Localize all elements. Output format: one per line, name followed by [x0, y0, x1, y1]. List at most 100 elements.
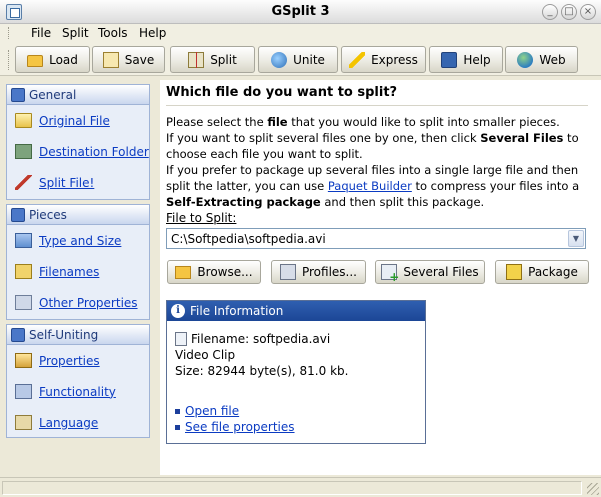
sidebar-link[interactable]: Type and Size	[39, 234, 121, 248]
web-label: Web	[539, 52, 566, 67]
browse-button[interactable]: Browse...	[167, 260, 261, 284]
save-icon	[102, 51, 119, 68]
menu-grip[interactable]	[8, 27, 11, 39]
close-button[interactable]: ×	[580, 4, 596, 20]
text-bold: Several Files	[480, 131, 564, 145]
book-icon	[441, 51, 458, 68]
sidebar-link[interactable]: Split File!	[39, 176, 94, 190]
help-button[interactable]: Help	[429, 46, 503, 73]
paquet-builder-link[interactable]: Paquet Builder	[328, 179, 412, 193]
sidebar-item-split-file[interactable]: Split File!	[7, 167, 149, 198]
sidebar-link[interactable]: Original File	[39, 114, 110, 128]
bullet-icon	[175, 408, 180, 414]
sidebar-item-properties[interactable]: Properties	[7, 345, 149, 376]
panel-header-general[interactable]: General	[7, 85, 149, 105]
menu-tools[interactable]: Tools	[98, 26, 128, 40]
menu-bar: File Split Tools Help	[0, 24, 601, 42]
profiles-icon	[279, 264, 296, 280]
status-bar	[0, 477, 601, 497]
package-label: Package	[528, 265, 578, 279]
panel-header-self-uniting[interactable]: Self-Uniting	[7, 325, 149, 345]
folder-icon	[175, 265, 192, 279]
chevron-down-icon[interactable]: ▼	[568, 230, 584, 247]
package-button[interactable]: Package	[495, 260, 589, 284]
page-title: Which file do you want to split?	[166, 85, 398, 100]
file-to-split-input[interactable]	[166, 228, 586, 249]
text-bold: Self-Extracting package	[166, 195, 321, 209]
sidebar-link[interactable]: Properties	[39, 354, 100, 368]
pieces-icon	[11, 207, 25, 222]
resize-grip-icon[interactable]	[587, 483, 599, 495]
minimize-button[interactable]: _	[542, 4, 558, 20]
load-label: Load	[49, 52, 78, 67]
file-to-split-label: File to Split:	[166, 211, 237, 225]
profiles-button[interactable]: Profiles...	[271, 260, 366, 284]
file-information-header: i File Information	[167, 301, 425, 321]
description: Please select the file that you would li…	[166, 114, 591, 210]
functionality-icon	[15, 384, 32, 399]
sidebar-item-language[interactable]: Language	[7, 407, 149, 438]
sidebar-link[interactable]: Filenames	[39, 265, 99, 279]
lightning-icon	[349, 51, 366, 68]
properties-icon	[15, 295, 32, 310]
sidebar-item-functionality[interactable]: Functionality	[7, 376, 149, 407]
file-size-text: Size: 82944 byte(s), 81.0 kb.	[175, 364, 349, 378]
panel-header-pieces[interactable]: Pieces	[7, 205, 149, 225]
file-information-box: i File Information Filename: softpedia.a…	[166, 300, 426, 444]
panel-title: Pieces	[29, 207, 67, 222]
save-button[interactable]: Save	[92, 46, 165, 73]
maximize-button[interactable]: □	[561, 4, 577, 20]
sidebar-item-filenames[interactable]: Filenames	[7, 256, 149, 287]
divider	[166, 105, 588, 106]
profiles-label: Profiles...	[301, 265, 357, 279]
sidebar-link[interactable]: Functionality	[39, 385, 116, 399]
desc-line-2: If you want to split several files one b…	[166, 130, 591, 162]
menu-help[interactable]: Help	[139, 26, 166, 40]
web-button[interactable]: Web	[505, 46, 578, 73]
properties-icon	[15, 353, 32, 368]
status-cell	[2, 481, 582, 495]
toolbar: Load Save Split Unite Express Help Web	[0, 42, 601, 76]
sidebar-link[interactable]: Other Properties	[39, 296, 138, 310]
text: to compress your files into a	[411, 179, 580, 193]
sidebar-item-other-properties[interactable]: Other Properties	[7, 287, 149, 318]
unite-icon	[271, 51, 288, 68]
sidebar-item-type-and-size[interactable]: Type and Size	[7, 225, 149, 256]
title-bar: GSplit 3 _ □ ×	[0, 0, 601, 24]
split-button[interactable]: Split	[170, 46, 255, 73]
panel-title: Self-Uniting	[29, 327, 99, 342]
sidebar-link[interactable]: Destination Folder	[39, 145, 149, 159]
file-properties-link[interactable]: See file properties	[185, 419, 295, 435]
window-title: GSplit 3	[271, 4, 330, 19]
package-icon	[506, 264, 523, 280]
text: Please select the	[166, 115, 268, 129]
several-files-label: Several Files	[403, 265, 479, 279]
panel-pieces: Pieces Type and Size Filenames Other Pro…	[6, 204, 150, 320]
unite-button[interactable]: Unite	[258, 46, 338, 73]
toolbar-grip[interactable]	[8, 50, 11, 70]
general-icon	[11, 87, 25, 102]
menu-split[interactable]: Split	[62, 26, 89, 40]
file-information-links: Open file See file properties	[175, 403, 295, 435]
browse-label: Browse...	[197, 265, 253, 279]
file-type-text: Video Clip	[175, 348, 236, 362]
add-files-icon	[381, 264, 399, 284]
sidebar-link[interactable]: Language	[39, 416, 98, 430]
text: and then split this package.	[320, 195, 485, 209]
unite-label: Unite	[293, 52, 325, 67]
filename-row: Filename: softpedia.avi	[175, 331, 348, 347]
open-file-link[interactable]: Open file	[185, 403, 239, 419]
desc-line-3: If you prefer to package up several file…	[166, 162, 591, 210]
folder-drive-icon	[15, 144, 32, 159]
main-panel: Which file do you want to split? Please …	[160, 80, 601, 475]
load-button[interactable]: Load	[15, 46, 90, 73]
desc-line-1: Please select the file that you would li…	[166, 114, 591, 130]
sidebar-item-destination-folder[interactable]: Destination Folder	[7, 136, 149, 167]
text: If you want to split several files one b…	[166, 131, 481, 145]
several-files-button[interactable]: Several Files	[375, 260, 485, 284]
express-button[interactable]: Express	[341, 46, 426, 73]
info-icon: i	[171, 304, 185, 318]
sidebar-item-original-file[interactable]: Original File	[7, 105, 149, 136]
menu-file[interactable]: File	[31, 26, 51, 40]
self-uniting-icon	[11, 327, 25, 342]
